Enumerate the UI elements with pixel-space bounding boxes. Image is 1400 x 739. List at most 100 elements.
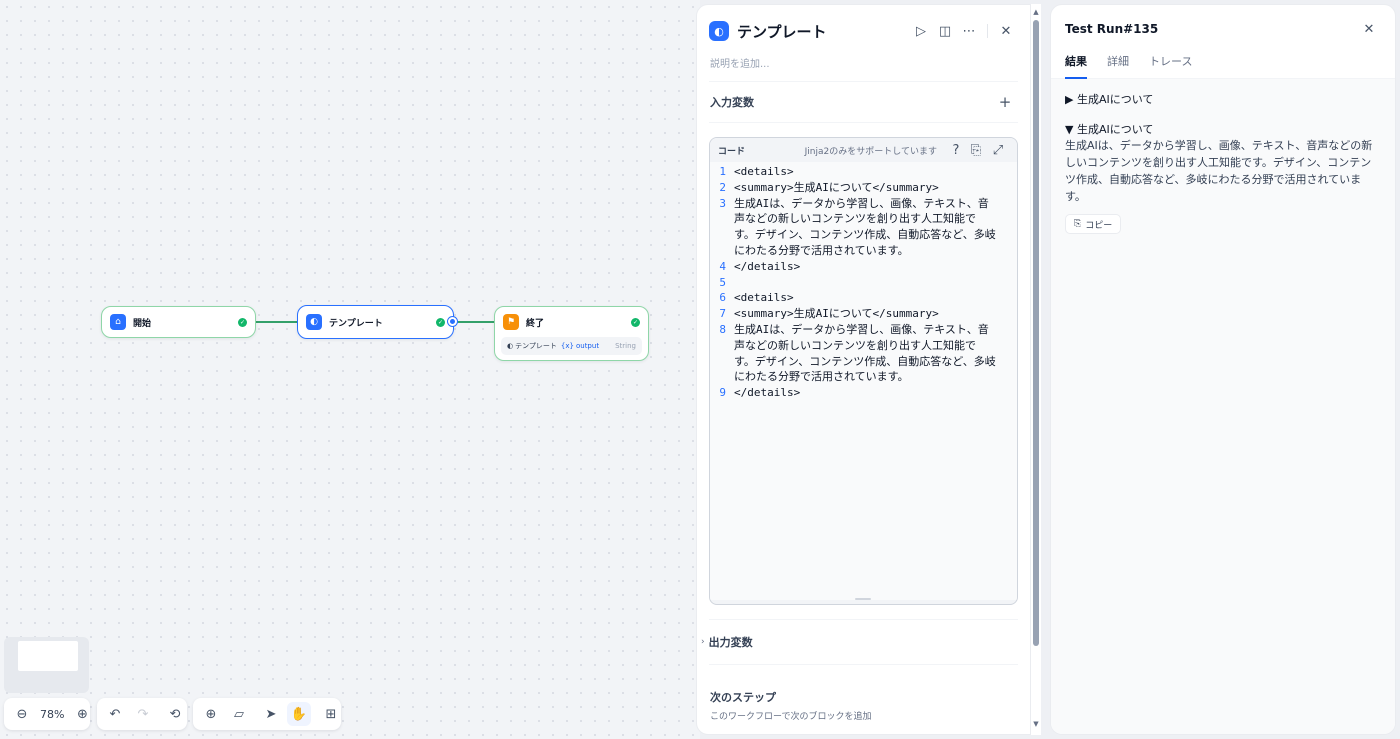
tab-trace[interactable]: トレース bbox=[1149, 53, 1192, 79]
split-view-icon[interactable]: ◫ bbox=[933, 19, 957, 43]
line-number: 7 bbox=[719, 307, 726, 321]
panel-title[interactable]: テンプレート bbox=[737, 21, 909, 42]
success-check-icon: ✓ bbox=[436, 317, 445, 327]
tab-detail[interactable]: 詳細 bbox=[1107, 53, 1129, 79]
code-editor[interactable]: コード Jinja2のみをサポートしています ? ⎘ ⤢ 1 <details> 2… bbox=[709, 137, 1018, 605]
line-text: <summary>生成AIについて</summary> bbox=[734, 180, 939, 194]
home-icon: ⌂ bbox=[110, 314, 126, 330]
zoom-in-icon[interactable]: ⊕ bbox=[70, 702, 94, 726]
minimap[interactable] bbox=[4, 637, 89, 693]
details-content: 生成AIは、データから学習し、画像、テキスト、音声などの新しいコンテンツを創り出… bbox=[1065, 139, 1373, 203]
line-text: <details> bbox=[734, 165, 794, 178]
run-title: Test Run#135 bbox=[1065, 22, 1159, 36]
code-line[interactable]: 2 <summary>生成AIについて</summary> bbox=[710, 180, 1017, 196]
add-note-icon[interactable]: ▱ bbox=[227, 702, 251, 726]
output-vars-label[interactable]: 出力変数 bbox=[709, 634, 1017, 650]
scrollbar-thumb[interactable] bbox=[1033, 20, 1039, 646]
code-line[interactable]: 9 </details> bbox=[710, 385, 1017, 401]
node-start[interactable]: ⌂ 開始 ✓ bbox=[101, 306, 256, 338]
output-source: テンプレート bbox=[515, 342, 557, 350]
jinja-hint: Jinja2のみをサポートしています bbox=[804, 146, 937, 157]
node-template-output-handle[interactable] bbox=[448, 317, 457, 326]
next-step-sub: このワークフローで次のブロックを追加 bbox=[710, 712, 872, 722]
add-variable-icon[interactable]: + bbox=[993, 90, 1017, 114]
line-number: 6 bbox=[719, 291, 726, 305]
zoom-level[interactable]: 78% bbox=[38, 708, 66, 721]
edge-start-template bbox=[256, 321, 298, 323]
copy-icon[interactable]: ⎘ bbox=[965, 138, 987, 162]
undo-icon[interactable]: ↶ bbox=[103, 702, 127, 726]
copy-icon: ⎘ bbox=[1074, 219, 1082, 229]
history-icon[interactable]: ⟲ bbox=[163, 702, 187, 726]
line-number: 9 bbox=[719, 386, 726, 400]
line-number: 2 bbox=[719, 180, 726, 194]
code-label: コード bbox=[718, 146, 746, 157]
details-summary[interactable]: ▼ 生成AIについて bbox=[1065, 121, 1381, 137]
workflow-canvas[interactable]: ⌂ 開始 ✓ ◐ テンプレート ✓ ⚑ 終了 ✓ ◐ テンプレート {x} ou… bbox=[0, 0, 700, 739]
expand-icon[interactable]: ⤢ bbox=[987, 138, 1009, 162]
node-end[interactable]: ⚑ 終了 ✓ ◐ テンプレート {x} output String bbox=[494, 306, 649, 361]
success-check-icon: ✓ bbox=[238, 317, 247, 327]
history-toolbar: ↶ ↷ ⟲ bbox=[97, 698, 187, 730]
output-type: String bbox=[615, 342, 636, 350]
code-line[interactable]: 5 bbox=[710, 275, 1017, 291]
input-vars-label: 入力変数 bbox=[710, 96, 754, 109]
code-line[interactable]: 3 生成AIは、データから学習し、画像、テキスト、音声などの新しいコンテンツを創り… bbox=[710, 196, 1017, 259]
details-summary[interactable]: ▶ 生成AIについて bbox=[1065, 91, 1381, 107]
line-text bbox=[734, 275, 996, 291]
tab-result[interactable]: 結果 bbox=[1065, 53, 1087, 79]
line-text: 生成AIは、データから学習し、画像、テキスト、音声などの新しいコンテンツを創り出… bbox=[734, 196, 996, 257]
close-icon[interactable]: ✕ bbox=[1357, 17, 1381, 41]
details-collapsed: ▶ 生成AIについて bbox=[1065, 91, 1381, 107]
details-open: ▼ 生成AIについて 生成AIは、データから学習し、画像、テキスト、音声などの新… bbox=[1065, 121, 1381, 234]
resize-handle[interactable] bbox=[855, 598, 871, 600]
next-step-section: 次のステップ このワークフローで次のブロックを追加 bbox=[697, 677, 1030, 722]
copy-button[interactable]: ⎘ コピー bbox=[1065, 214, 1122, 234]
node-end-title: 終了 bbox=[526, 318, 545, 329]
code-line[interactable]: 8 生成AIは、データから学習し、画像、テキスト、音声などの新しいコンテンツを創り… bbox=[710, 322, 1017, 385]
end-output-row: ◐ テンプレート {x} output String bbox=[501, 337, 642, 355]
chevron-right-icon[interactable]: › bbox=[701, 637, 705, 647]
template-icon: ◐ bbox=[306, 314, 322, 330]
line-text: 生成AIは、データから学習し、画像、テキスト、音声などの新しいコンテンツを創り出… bbox=[734, 322, 996, 384]
copy-label: コピー bbox=[1085, 220, 1113, 231]
code-body[interactable]: 1 <details> 2 <summary>生成AIについて</summary> 3 生… bbox=[710, 162, 1017, 600]
output-var: output bbox=[575, 342, 600, 350]
zoom-toolbar: ⊖ 78% ⊕ bbox=[4, 698, 90, 730]
line-number: 8 bbox=[719, 322, 726, 336]
code-line[interactable]: 1 <details> bbox=[710, 164, 1017, 180]
zoom-out-icon[interactable]: ⊖ bbox=[10, 702, 34, 726]
next-step-title: 次のステップ bbox=[710, 691, 776, 704]
line-number: 3 bbox=[719, 196, 726, 210]
code-line[interactable]: 4 </details> bbox=[710, 259, 1017, 275]
line-number: 4 bbox=[719, 259, 726, 273]
hand-icon[interactable]: ✋ bbox=[287, 702, 311, 726]
help-icon[interactable]: ? bbox=[947, 138, 965, 162]
template-icon: ◐ bbox=[709, 21, 729, 41]
node-template[interactable]: ◐ テンプレート ✓ bbox=[297, 305, 454, 339]
scroll-down-icon[interactable]: ▼ bbox=[1031, 720, 1041, 728]
template-small-icon: ◐ bbox=[507, 342, 514, 350]
test-run-panel: Test Run#135 ✕ 結果 詳細 トレース ▶ 生成AIについて ▼ 生… bbox=[1050, 4, 1396, 735]
add-block-icon[interactable]: ⊕ bbox=[199, 702, 223, 726]
end-flag-icon: ⚑ bbox=[503, 314, 519, 330]
run-icon[interactable]: ▷ bbox=[909, 19, 933, 43]
organize-icon[interactable]: ⊞ bbox=[319, 702, 343, 726]
variable-icon: {x} bbox=[560, 342, 574, 350]
line-number: 5 bbox=[719, 275, 726, 289]
scroll-up-icon[interactable]: ▲ bbox=[1031, 8, 1041, 16]
node-template-title: テンプレート bbox=[329, 318, 383, 329]
line-text: <summary>生成AIについて</summary> bbox=[734, 307, 939, 321]
line-text: <details> bbox=[734, 291, 794, 305]
redo-icon[interactable]: ↷ bbox=[131, 702, 155, 726]
description-input[interactable]: 説明を追加... bbox=[697, 57, 1030, 81]
more-icon[interactable]: ⋯ bbox=[957, 19, 981, 43]
tools-toolbar: ⊕ ▱ ➤ ✋ ⊞ bbox=[193, 698, 341, 730]
template-panel: ◐ テンプレート ▷ ◫ ⋯ ✕ 説明を追加... 入力変数 + コード Jin… bbox=[696, 4, 1031, 735]
pointer-icon[interactable]: ➤ bbox=[259, 702, 283, 726]
code-line[interactable]: 6 <details> bbox=[710, 290, 1017, 306]
close-icon[interactable]: ✕ bbox=[994, 19, 1018, 43]
line-text: </details> bbox=[734, 259, 801, 273]
code-line[interactable]: 7 <summary>生成AIについて</summary> bbox=[710, 306, 1017, 322]
success-check-icon: ✓ bbox=[631, 317, 640, 327]
